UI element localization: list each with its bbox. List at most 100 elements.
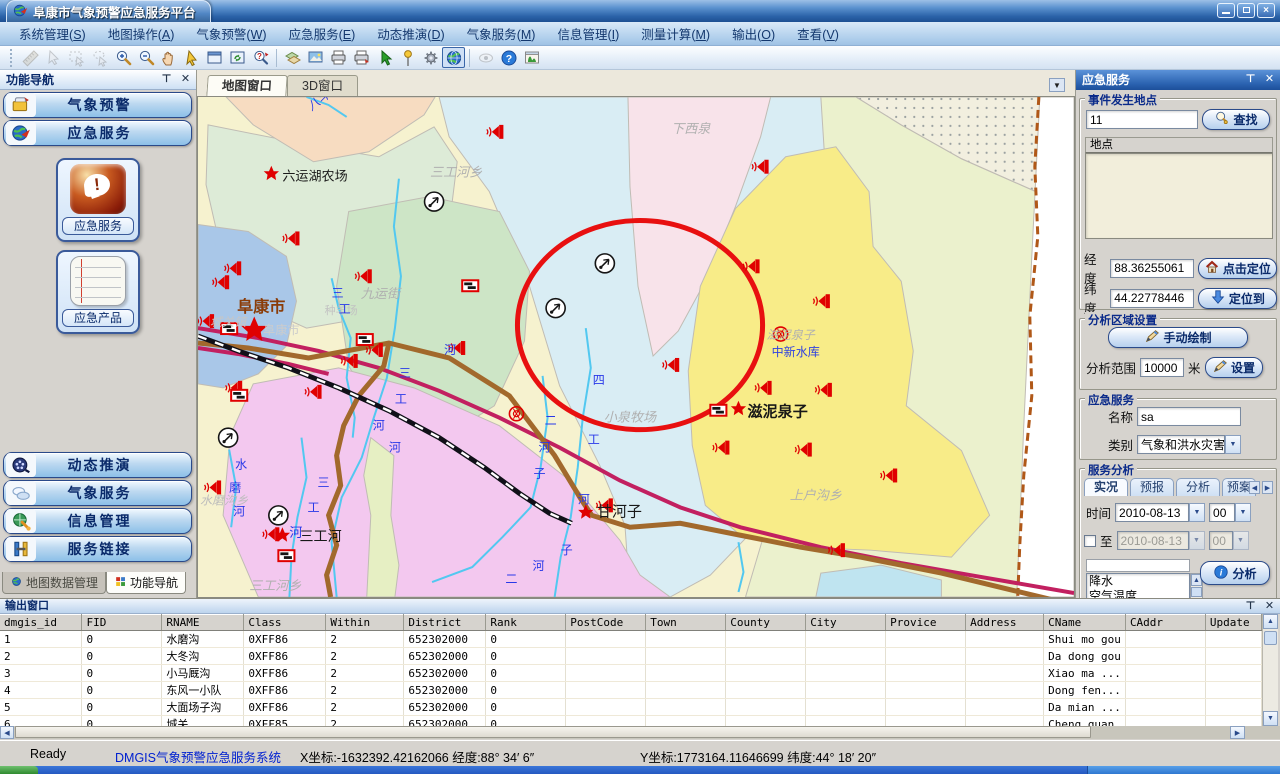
menu-4[interactable]: 应急服务(E) — [278, 21, 367, 46]
antenna-marker-icon[interactable] — [595, 254, 614, 273]
element-list-item[interactable]: 降水 — [1087, 574, 1189, 589]
antenna-marker-icon[interactable] — [219, 428, 238, 447]
menu-8[interactable]: 测量计算(M) — [630, 21, 721, 46]
shortcut-product[interactable]: 应急产品 — [56, 250, 140, 334]
close-icon[interactable]: ✕ — [178, 72, 193, 87]
toolbar-identify-icon[interactable]: ? — [249, 47, 272, 68]
place-list-header[interactable]: 地点 — [1085, 137, 1273, 153]
flag-marker-icon[interactable] — [710, 405, 726, 416]
minimize-button[interactable] — [1217, 3, 1235, 18]
chevron-down-icon[interactable]: ▼ — [1189, 503, 1205, 522]
table-row[interactable]: 50大面场子沟0XFF8626523020000Da mian ... — [0, 699, 1262, 716]
flag-marker-icon[interactable] — [278, 550, 294, 561]
menu-10[interactable]: 查看(V) — [786, 21, 850, 46]
toolbar-zoom-in-icon[interactable] — [111, 47, 134, 68]
panel-tab-map-data[interactable]: 地图数据管理 — [2, 572, 106, 594]
toolbar-globe-services-icon[interactable] — [442, 47, 465, 68]
antenna-marker-icon[interactable] — [425, 192, 444, 211]
output-horizontal-scrollbar[interactable]: ◀ ▶ — [0, 726, 1280, 739]
scroll-down-icon[interactable]: ▼ — [1263, 711, 1278, 726]
latitude-field[interactable] — [1110, 289, 1194, 308]
close-icon[interactable]: ✕ — [1262, 599, 1277, 614]
element-list-item[interactable]: 空气温度 — [1087, 589, 1189, 598]
toolbar-print-icon[interactable] — [327, 47, 350, 68]
locate-click-button[interactable]: 点击定位 — [1198, 258, 1276, 279]
scroll-left-icon[interactable]: ◀ — [0, 726, 14, 739]
place-list[interactable] — [1085, 153, 1273, 239]
to-date-select[interactable]: 2010-08-13 — [1117, 531, 1189, 550]
column-header-PostCode[interactable]: PostCode — [566, 615, 646, 631]
column-header-Class[interactable]: Class — [244, 615, 326, 631]
map-canvas[interactable]: 八斗六运湖农场三工河乡下西泉九运街阜康市城关镇阜康市种羊场滋泥泉子中新水库小泉牧… — [197, 96, 1075, 598]
goto-button[interactable]: 定位到 — [1198, 288, 1276, 309]
analyze-button[interactable]: i 分析 — [1200, 561, 1270, 585]
chevron-down-icon[interactable]: ▼ — [1225, 435, 1241, 454]
menu-6[interactable]: 气象服务(M) — [456, 21, 547, 46]
map-tab-2d[interactable]: 地图窗口 — [206, 75, 287, 96]
pin-icon[interactable]: ⊤ — [159, 72, 174, 87]
nav-group-navglobe[interactable]: 应急服务 — [3, 120, 192, 146]
antenna-marker-icon[interactable] — [546, 299, 565, 318]
column-header-Within[interactable]: Within — [326, 615, 404, 631]
menu-3[interactable]: 气象预警(W) — [185, 21, 277, 46]
longitude-field[interactable] — [1110, 259, 1194, 278]
menu-1[interactable]: 系统管理(S) — [8, 21, 97, 46]
antenna-marker-icon[interactable] — [269, 506, 288, 525]
column-header-District[interactable]: District — [404, 615, 486, 631]
toolbar-help-icon[interactable]: ? — [497, 47, 520, 68]
column-header-Update[interactable]: Update — [1205, 615, 1261, 631]
element-filter-box[interactable] — [1086, 559, 1190, 572]
element-list[interactable]: 降水空气温度 — [1086, 573, 1190, 598]
flag-marker-icon[interactable] — [357, 334, 373, 345]
toolbar-grip[interactable] — [10, 49, 13, 67]
toolbar-overview-map-icon[interactable] — [520, 47, 543, 68]
set-range-button[interactable]: 设置 — [1205, 357, 1263, 378]
column-header-FID[interactable]: FID — [82, 615, 162, 631]
toolbar-placemark-icon[interactable] — [396, 47, 419, 68]
nav-group-navcloud[interactable]: 气象服务 — [3, 480, 192, 506]
map-tab-3d[interactable]: 3D窗口 — [287, 75, 358, 96]
toolbar-print-preview-icon[interactable] — [350, 47, 373, 68]
location-search-input[interactable] — [1086, 110, 1198, 129]
toolbar-go-pointer-icon[interactable] — [373, 47, 396, 68]
menu-5[interactable]: 动态推演(D) — [366, 21, 455, 46]
column-header-Address[interactable]: Address — [966, 615, 1044, 631]
toolbar-full-extent-icon[interactable] — [203, 47, 226, 68]
search-button[interactable]: 查找 — [1202, 109, 1270, 130]
tab-scroll-left-icon[interactable]: ◀ — [1249, 481, 1260, 494]
scroll-thumb[interactable] — [1264, 631, 1277, 645]
toolbar-pan-icon[interactable] — [157, 47, 180, 68]
toolbar-pointer-icon[interactable] — [180, 47, 203, 68]
flag-marker-icon[interactable] — [462, 280, 478, 291]
to-hour-select[interactable]: 00 — [1209, 531, 1233, 550]
column-header-dmgis_id[interactable]: dmgis_id — [0, 615, 82, 631]
toolbar-export-image-icon[interactable] — [304, 47, 327, 68]
chevron-down-icon[interactable]: ▼ — [1049, 78, 1065, 92]
column-header-County[interactable]: County — [726, 615, 806, 631]
menu-2[interactable]: 地图操作(A) — [97, 21, 186, 46]
table-row[interactable]: 60城关0XFF8526523020000Cheng guan — [0, 716, 1262, 727]
nav-group-navinfo[interactable]: 信息管理 — [3, 508, 192, 534]
toolbar-refresh-view-icon[interactable] — [226, 47, 249, 68]
analysis-tab-1[interactable]: 实况 — [1084, 478, 1128, 496]
table-row[interactable]: 40东风一小队0XFF8626523020000Dong fen... — [0, 682, 1262, 699]
chevron-down-icon[interactable]: ▼ — [1235, 503, 1251, 522]
toolbar-settings-icon[interactable] — [419, 47, 442, 68]
column-header-Town[interactable]: Town — [646, 615, 726, 631]
flag-marker-icon[interactable] — [231, 390, 247, 401]
close-icon[interactable]: ✕ — [1262, 72, 1277, 87]
output-table[interactable]: dmgis_idFIDRNAMEClassWithinDistrictRankP… — [0, 614, 1262, 726]
toolbar-layers-icon[interactable] — [281, 47, 304, 68]
scroll-thumb[interactable] — [15, 726, 1091, 738]
tab-scroll-right-icon[interactable]: ▶ — [1262, 481, 1273, 494]
column-header-City[interactable]: City — [806, 615, 886, 631]
column-header-Rank[interactable]: Rank — [486, 615, 566, 631]
column-header-CAddr[interactable]: CAddr — [1125, 615, 1205, 631]
panel-tab-function-nav[interactable]: 功能导航 — [106, 572, 186, 594]
pin-icon[interactable]: ⊤ — [1243, 599, 1258, 614]
table-row[interactable]: 30小马厩沟0XFF8626523020000Xiao ma ... — [0, 665, 1262, 682]
date-select[interactable]: 2010-08-13 — [1115, 503, 1189, 522]
hour-select[interactable]: 00 — [1209, 503, 1235, 522]
toolbar-zoom-out-icon[interactable] — [134, 47, 157, 68]
menu-7[interactable]: 信息管理(I) — [546, 21, 630, 46]
